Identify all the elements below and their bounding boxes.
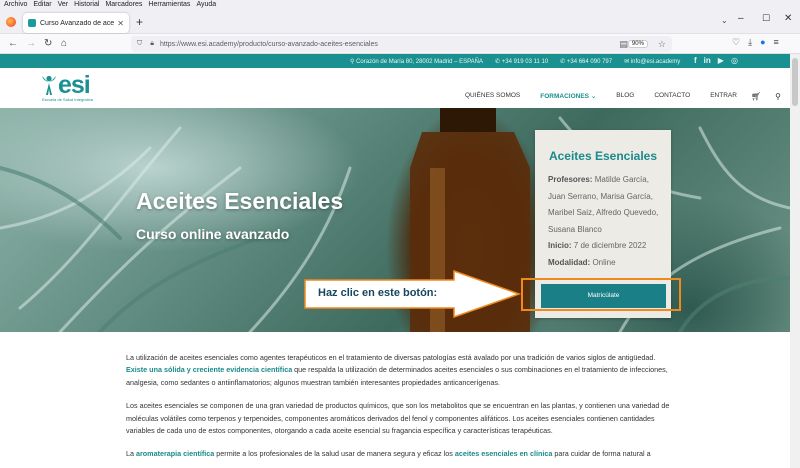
browser-tab[interactable]: Curso Avanzado de aceites ese ✕ xyxy=(23,13,129,33)
instagram-icon[interactable]: ◎ xyxy=(731,56,738,65)
menu-historial[interactable]: Historial xyxy=(74,0,99,10)
tab-bar: Curso Avanzado de aceites ese ✕ + ⌄ – ☐ … xyxy=(0,10,800,34)
logo-tagline: Escuela de Salud Integrativa xyxy=(42,97,93,102)
whatsapp-info[interactable]: ✆ +34 664 090 797 xyxy=(560,58,612,65)
inicio-value: 7 de diciembre 2022 xyxy=(573,241,647,250)
main-menu: QUIÉNES SOMOS FORMACIONES ⌄ BLOG CONTACT… xyxy=(465,92,781,101)
forward-icon[interactable]: → xyxy=(26,38,36,49)
menu-contacto[interactable]: CONTACTO xyxy=(654,92,690,101)
maximize-icon[interactable]: ☐ xyxy=(762,13,770,24)
hero-title: Aceites Esenciales xyxy=(136,188,344,214)
description-paragraph: La aromaterapia científica permite a los… xyxy=(126,449,651,459)
menu-entrar[interactable]: ENTRAR xyxy=(710,92,737,101)
profesores-label: Profesores: xyxy=(548,175,593,184)
menu-editar[interactable]: Editar xyxy=(33,0,51,10)
navigation-bar: ← → ↻ ⌂ ⛉ 🔒︎ https://www.esi.academy/pro… xyxy=(0,34,800,54)
chevron-down-icon: ⌄ xyxy=(590,93,597,100)
button-highlight-box xyxy=(521,278,681,311)
new-tab-icon[interactable]: + xyxy=(136,15,143,29)
bookmark-star-icon[interactable]: ☆ xyxy=(658,39,666,50)
tab-title: Curso Avanzado de aceites ese xyxy=(40,19,115,27)
reader-view-icon[interactable]: ▤ xyxy=(619,39,628,50)
menu-archivo[interactable]: Archivo xyxy=(4,0,27,10)
highlight-evidencia: Existe una sólida y creciente evidencia … xyxy=(126,365,293,375)
youtube-icon[interactable]: ▶ xyxy=(718,56,724,65)
address-info: ⚲ Corazón de María 80, 28002 Madrid – ES… xyxy=(350,59,484,65)
pocket-icon[interactable]: ♡ xyxy=(732,37,740,48)
site-header: esi Escuela de Salud Integrativa QUIÉNES… xyxy=(0,68,800,108)
search-icon[interactable]: ⚲ xyxy=(775,92,781,101)
cart-icon[interactable]: 🛒︎ xyxy=(751,92,761,101)
link-aceites-clinica[interactable]: aceites esenciales en clínica xyxy=(455,449,553,458)
email-info[interactable]: ✉ info@esi.academy xyxy=(624,58,680,65)
menu-quienes-somos[interactable]: QUIÉNES SOMOS xyxy=(465,92,520,101)
callout-text: Haz clic en este botón: xyxy=(318,287,438,299)
menu-formaciones[interactable]: FORMACIONES ⌄ xyxy=(540,92,596,101)
course-card-details: Profesores: Matilde García, Juan Serrano… xyxy=(548,172,666,271)
phone-info[interactable]: ✆ +34 919 03 11 10 xyxy=(495,58,548,65)
close-tab-icon[interactable]: ✕ xyxy=(117,19,124,28)
close-window-icon[interactable]: ✕ xyxy=(784,13,792,24)
app-menubar: Archivo Editar Ver Historial Marcadores … xyxy=(0,0,800,10)
scrollbar-thumb[interactable] xyxy=(792,58,798,106)
home-icon[interactable]: ⌂ xyxy=(61,38,67,49)
whatsapp-icon: ✆ xyxy=(560,59,567,65)
zoom-level[interactable]: 90% xyxy=(627,40,648,48)
site-favicon-icon xyxy=(28,19,36,27)
shield-icon[interactable]: ⛉ xyxy=(137,40,142,48)
link-aromaterapia[interactable]: aromaterapia científica xyxy=(136,449,214,458)
site-logo[interactable]: esi Escuela de Salud Integrativa xyxy=(42,71,93,103)
menu-blog[interactable]: BLOG xyxy=(616,92,634,101)
menu-ver[interactable]: Ver xyxy=(58,0,69,10)
logo-figure-icon xyxy=(42,75,56,95)
modalidad-value: Online xyxy=(592,257,616,267)
course-card-title: Aceites Esenciales xyxy=(548,149,658,163)
logo-word: esi xyxy=(58,71,91,99)
back-icon[interactable]: ← xyxy=(8,38,18,49)
menu-ayuda[interactable]: Ayuda xyxy=(196,0,216,10)
page-scrollbar[interactable] xyxy=(790,54,800,468)
reload-icon[interactable]: ↻ xyxy=(44,38,52,49)
firefox-icon[interactable] xyxy=(6,17,16,27)
email-icon: ✉ xyxy=(624,59,631,65)
facebook-icon[interactable]: f xyxy=(694,56,697,65)
menu-herramientas[interactable]: Herramientas xyxy=(148,0,190,10)
app-menu-icon[interactable]: ≡ xyxy=(774,37,779,48)
description-paragraph: La utilización de aceites esenciales com… xyxy=(126,353,668,387)
hero-subtitle: Curso online avanzado xyxy=(136,226,290,242)
modalidad-label: Modalidad: xyxy=(548,257,591,267)
course-description: La utilización de aceites esenciales com… xyxy=(126,352,671,468)
minimize-icon[interactable]: – xyxy=(738,13,744,24)
list-tabs-icon[interactable]: ⌄ xyxy=(721,16,728,25)
menu-marcadores[interactable]: Marcadores xyxy=(105,0,142,10)
description-paragraph: Los aceites esenciales se componen de un… xyxy=(126,401,670,436)
downloads-icon[interactable]: ⤓ xyxy=(748,37,752,48)
url-bar[interactable]: ⛉ 🔒︎ https://www.esi.academy/producto/cu… xyxy=(131,36,672,52)
phone-icon: ✆ xyxy=(495,59,502,65)
site-top-bar: ⚲ Corazón de María 80, 28002 Madrid – ES… xyxy=(0,54,800,68)
linkedin-icon[interactable]: in xyxy=(704,56,711,65)
extension-icon[interactable]: ● xyxy=(760,37,765,48)
lock-icon[interactable]: 🔒︎ xyxy=(150,40,154,48)
url-text[interactable]: https://www.esi.academy/producto/curso-a… xyxy=(160,41,615,48)
inicio-label: Inicio: xyxy=(548,241,572,250)
